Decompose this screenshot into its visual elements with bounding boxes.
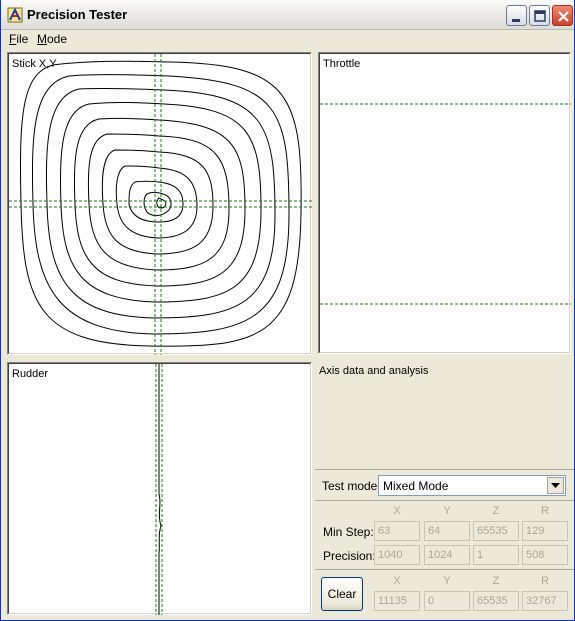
stick-xy-label: Stick X,Y <box>12 58 57 70</box>
window-title: Precision Tester <box>27 7 128 22</box>
current-z-field: 65535 <box>473 591 519 611</box>
min-step-y-field: 64 <box>424 521 470 541</box>
test-mode-label: Test mode: <box>322 479 381 493</box>
column-header-r: R <box>541 505 549 517</box>
column-header-z: Z <box>492 505 500 517</box>
stick-trace <box>45 87 276 319</box>
test-mode-select[interactable]: Mixed Mode <box>378 475 566 496</box>
minimize-icon <box>512 19 520 22</box>
divider <box>315 469 574 470</box>
close-icon <box>558 11 569 22</box>
throttle-panel: Throttle <box>318 52 571 354</box>
menu-mode[interactable]: Mode <box>37 32 67 46</box>
throttle-plot <box>320 103 571 305</box>
precision-y-field: 1024 <box>424 545 470 565</box>
current-r-field: 32767 <box>522 591 568 611</box>
current-x-field: 11135 <box>374 591 420 611</box>
maximize-icon <box>534 10 546 22</box>
app-icon <box>7 7 23 23</box>
test-mode-value: Mixed Mode <box>383 479 449 493</box>
column-header-y: Y <box>443 505 451 517</box>
stick-xy-plot <box>9 54 312 355</box>
title-bar[interactable]: Precision Tester <box>1 0 574 30</box>
current-y-field: 0 <box>424 591 470 611</box>
close-button[interactable] <box>552 5 573 26</box>
precision-r-field: 508 <box>522 545 568 565</box>
rudder-trace <box>158 364 162 615</box>
column-header-x: X <box>393 575 401 587</box>
precision-x-field: 1040 <box>374 545 420 565</box>
column-header-z: Z <box>492 575 500 587</box>
stick-trace <box>73 117 246 287</box>
column-header-r: R <box>541 575 549 587</box>
main-window: Precision Tester File Mode Stick X,Y Thr… <box>0 0 575 621</box>
stick-trace <box>59 102 262 303</box>
chevron-down-icon[interactable] <box>547 477 564 494</box>
precision-z-field: 1 <box>473 545 519 565</box>
divider <box>315 500 574 501</box>
clear-button[interactable]: Clear <box>321 577 363 611</box>
stick-trace <box>143 192 172 217</box>
minimize-button[interactable] <box>506 5 527 26</box>
throttle-label: Throttle <box>323 58 361 70</box>
precision-label: Precision: <box>323 549 376 563</box>
rudder-panel: Rudder <box>7 362 312 615</box>
min-step-z-field: 65535 <box>473 521 519 541</box>
min-step-x-field: 63 <box>374 521 420 541</box>
divider <box>315 569 574 570</box>
menu-file[interactable]: File <box>9 32 28 46</box>
rudder-label: Rudder <box>12 368 49 380</box>
min-step-r-field: 129 <box>522 521 568 541</box>
stick-xy-panel: Stick X,Y <box>7 52 312 355</box>
analysis-label: Axis data and analysis <box>319 365 429 377</box>
min-step-label: Min Step: <box>323 525 374 539</box>
maximize-button[interactable] <box>529 5 550 26</box>
column-header-y: Y <box>443 575 451 587</box>
menu-bar: File Mode <box>1 30 574 48</box>
column-header-x: X <box>393 505 401 517</box>
rudder-plot <box>155 364 163 615</box>
